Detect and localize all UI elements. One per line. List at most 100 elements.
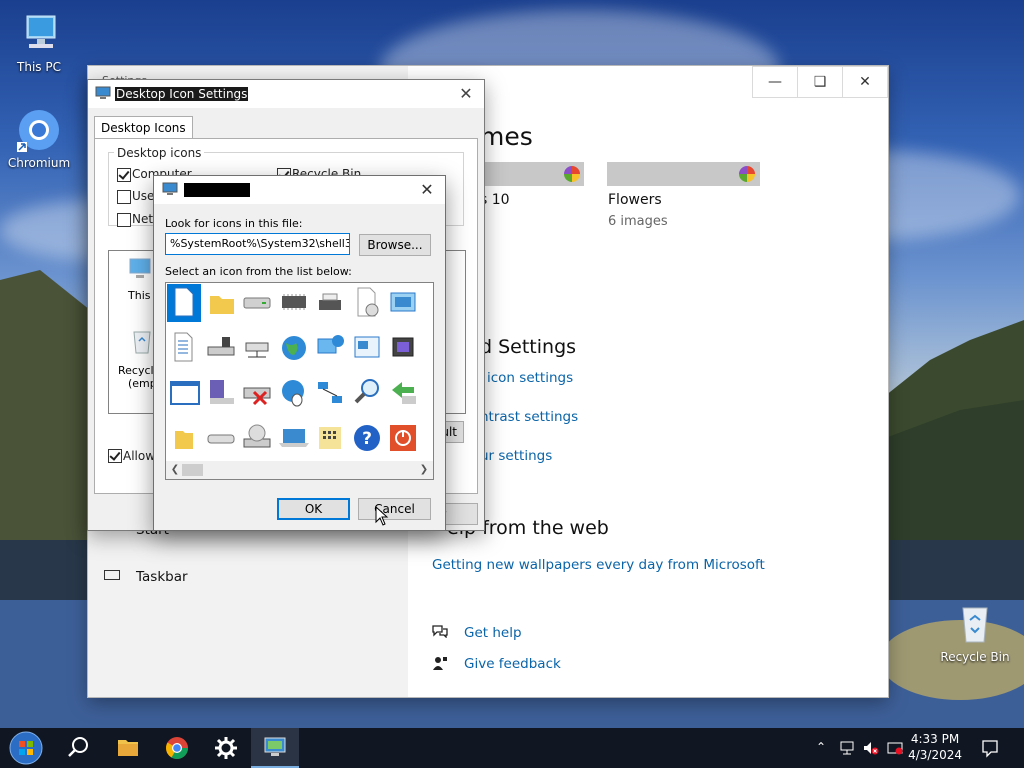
computer-network-icon[interactable] bbox=[313, 329, 347, 367]
desktop-icon-label: This PC bbox=[17, 60, 61, 74]
users-files-checkbox[interactable] bbox=[117, 190, 131, 204]
maximize-button[interactable]: ❑ bbox=[797, 66, 843, 98]
memory-chip-icon[interactable] bbox=[277, 284, 311, 322]
chromium-icon bbox=[15, 106, 63, 154]
notification-status-icon[interactable] bbox=[886, 740, 904, 756]
chromium-icon[interactable] bbox=[153, 728, 201, 768]
keypad-icon[interactable] bbox=[313, 419, 347, 457]
power-icon[interactable] bbox=[386, 419, 420, 457]
blank-document-icon[interactable] bbox=[167, 284, 201, 322]
window-app-icon[interactable] bbox=[386, 284, 420, 322]
floppy-icon[interactable] bbox=[204, 374, 238, 412]
mouse-cursor-icon bbox=[375, 505, 389, 526]
file-explorer-icon[interactable] bbox=[104, 728, 152, 768]
search-icon[interactable] bbox=[54, 728, 102, 768]
dialog-title-bar[interactable]: ✕ bbox=[154, 176, 445, 204]
desktop-icon-chromium[interactable]: Chromium bbox=[2, 106, 76, 170]
icon-grid[interactable]: ? ❮ ❯ bbox=[165, 282, 434, 480]
printer-icon[interactable] bbox=[313, 284, 347, 322]
desktop-settings-icon bbox=[95, 86, 111, 100]
link-get-help[interactable]: Get help bbox=[464, 625, 522, 641]
partial-icon[interactable] bbox=[423, 284, 434, 322]
document-clock-icon[interactable] bbox=[350, 284, 384, 322]
shortcut-icon[interactable] bbox=[423, 329, 434, 367]
help-icon[interactable]: ? bbox=[350, 419, 384, 457]
green-arrow-icon[interactable] bbox=[386, 374, 420, 412]
settings-icon[interactable] bbox=[202, 728, 250, 768]
nav-item-label: Taskbar bbox=[136, 569, 188, 585]
disconnected-drive-icon[interactable] bbox=[240, 374, 274, 412]
network-icon[interactable] bbox=[838, 740, 856, 756]
start-button[interactable] bbox=[2, 728, 50, 768]
link-sync-settings[interactable]: ur settings bbox=[480, 448, 552, 464]
change-icon-title-icon bbox=[162, 182, 178, 196]
recycle-bin-icon bbox=[951, 600, 999, 648]
redacted-title bbox=[184, 183, 250, 197]
theme-preview-flowers[interactable] bbox=[607, 162, 760, 186]
select-icon-label: Select an icon from the list below: bbox=[165, 265, 352, 278]
scroll-left-icon[interactable]: ❮ bbox=[168, 462, 182, 478]
related-settings-heading: d Settings bbox=[480, 336, 577, 358]
link-desktop-icon-settings[interactable]: icon settings bbox=[487, 370, 573, 386]
close-button[interactable]: ✕ bbox=[415, 179, 439, 201]
network-drive-icon[interactable] bbox=[204, 329, 238, 367]
desktop-icon-recycle-bin[interactable]: Recycle Bin bbox=[938, 600, 1012, 664]
recycle-bin-empty-icon[interactable] bbox=[131, 329, 153, 355]
volume-muted-icon[interactable] bbox=[862, 740, 880, 756]
close-button[interactable]: ✕ bbox=[842, 66, 888, 98]
theme-image-count: 6 images bbox=[608, 214, 668, 229]
look-for-label: Look for icons in this file: bbox=[165, 217, 303, 230]
chat-help-icon bbox=[432, 624, 448, 639]
folder-small-icon[interactable] bbox=[167, 419, 201, 457]
feedback-person-icon bbox=[432, 655, 448, 671]
globe-mouse-icon[interactable] bbox=[277, 374, 311, 412]
globe-icon[interactable] bbox=[277, 329, 311, 367]
presentation-icon[interactable] bbox=[350, 329, 384, 367]
theme-name: Flowers bbox=[608, 192, 662, 208]
close-button[interactable]: ✕ bbox=[454, 83, 478, 105]
desktop-icon-label: Chromium bbox=[7, 156, 71, 170]
chip-icon[interactable] bbox=[386, 329, 420, 367]
link-give-feedback[interactable]: Give feedback bbox=[464, 656, 561, 672]
dialog-title: Desktop Icon Settings bbox=[115, 87, 249, 101]
drive-flat-icon[interactable] bbox=[204, 419, 238, 457]
taskbar-nav-icon bbox=[104, 570, 120, 580]
desktop-icon-settings-taskbar-icon[interactable] bbox=[251, 728, 299, 768]
this-pc-icon[interactable] bbox=[127, 257, 153, 281]
clock-date: 4/3/2024 bbox=[908, 748, 962, 762]
link-high-contrast-settings[interactable]: ntrast settings bbox=[480, 409, 578, 425]
link-get-wallpapers[interactable]: Getting new wallpapers every day from Mi… bbox=[432, 557, 765, 573]
network-checkbox[interactable] bbox=[117, 213, 131, 227]
network-computer-icon[interactable] bbox=[240, 329, 274, 367]
laptop-icon[interactable] bbox=[277, 419, 311, 457]
taskbar: ⌃ 4:33 PM 4/3/2024 bbox=[0, 728, 1024, 768]
network-nodes-icon[interactable] bbox=[313, 374, 347, 412]
minimize-button[interactable]: — bbox=[752, 66, 798, 98]
magnifier-icon[interactable] bbox=[350, 374, 384, 412]
nav-item-taskbar[interactable]: Taskbar bbox=[136, 569, 188, 585]
scroll-right-icon[interactable]: ❯ bbox=[417, 462, 431, 478]
window-icon[interactable] bbox=[167, 374, 201, 412]
horizontal-scrollbar[interactable]: ❮ ❯ bbox=[166, 461, 433, 479]
computer-icon bbox=[15, 10, 63, 58]
folder-icon[interactable] bbox=[204, 284, 238, 322]
cd-drive-icon[interactable] bbox=[240, 419, 274, 457]
clock-overlay-icon[interactable] bbox=[423, 374, 434, 412]
browse-button[interactable]: Browse... bbox=[359, 234, 431, 256]
chevron-up-icon[interactable]: ⌃ bbox=[816, 740, 830, 754]
clock-time: 4:33 PM bbox=[910, 732, 960, 746]
allow-themes-checkbox[interactable] bbox=[108, 449, 122, 463]
partial2-icon[interactable] bbox=[423, 419, 434, 457]
desktop-icon-this-pc[interactable]: This PC bbox=[2, 10, 76, 74]
text-document-icon[interactable] bbox=[167, 329, 201, 367]
drive-icon[interactable] bbox=[240, 284, 274, 322]
tab-desktop-icons[interactable]: Desktop Icons bbox=[94, 116, 193, 139]
action-center-icon[interactable] bbox=[980, 738, 1000, 758]
ok-button[interactable]: OK bbox=[277, 498, 350, 520]
icon-file-path-input[interactable]: %SystemRoot%\System32\shell32.c bbox=[165, 233, 350, 255]
dialog-title-bar[interactable]: Desktop Icon Settings ✕ bbox=[88, 80, 484, 108]
computer-checkbox[interactable] bbox=[117, 168, 131, 182]
system-clock[interactable]: 4:33 PM 4/3/2024 bbox=[908, 731, 962, 763]
scrollbar-thumb[interactable] bbox=[182, 464, 203, 476]
cancel-button[interactable]: Cancel bbox=[358, 498, 431, 520]
